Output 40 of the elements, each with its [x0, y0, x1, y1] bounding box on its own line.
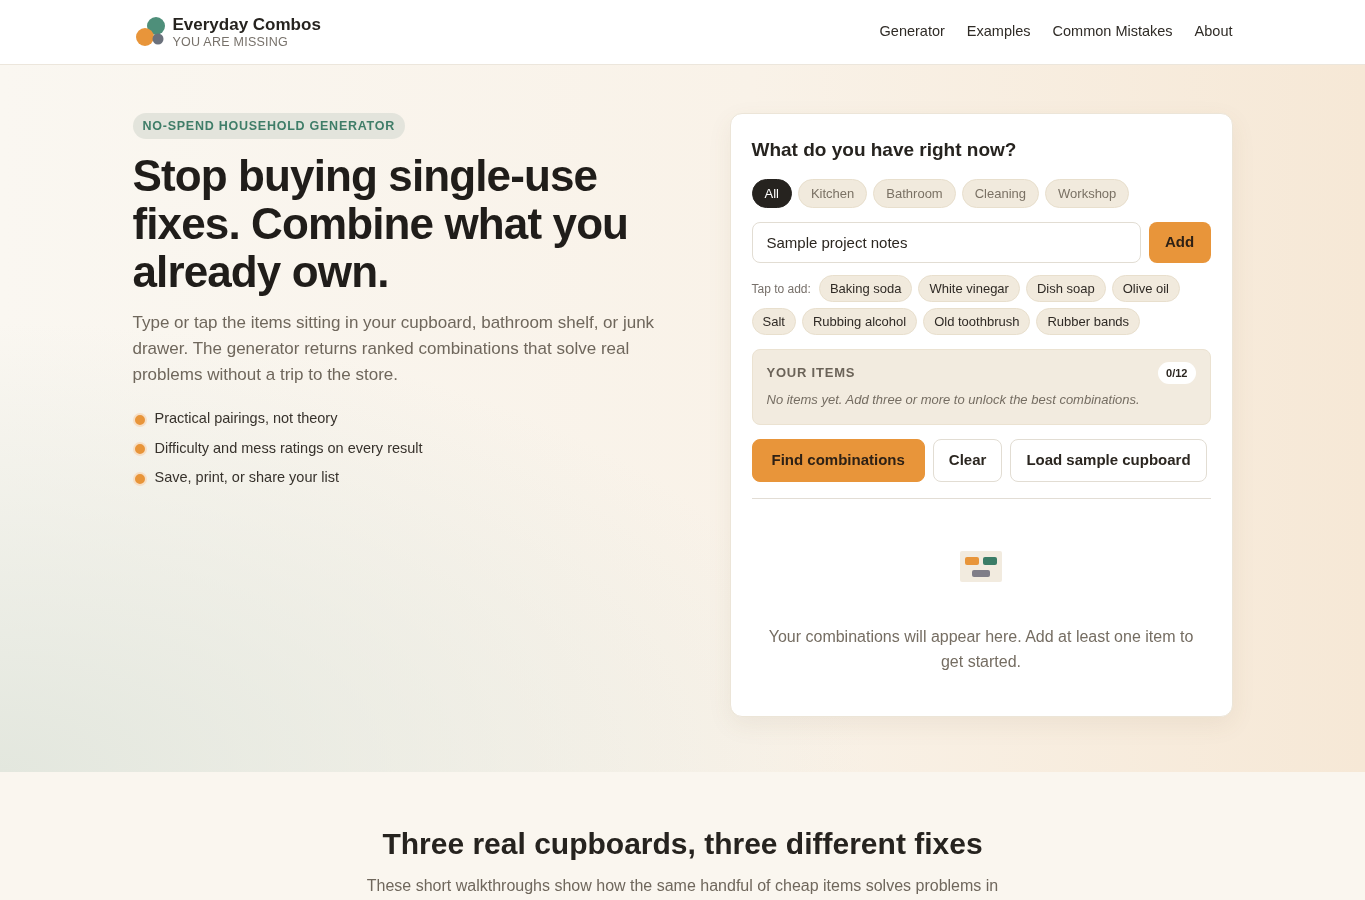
suggestion-chip[interactable]: Salt: [751, 308, 796, 335]
feature-text: Difficulty and mess ratings on every result: [154, 438, 423, 458]
filter-tab[interactable]: Bathroom: [873, 179, 956, 208]
logo-icon: [135, 17, 166, 47]
add-button[interactable]: Add: [1148, 222, 1211, 263]
nav-link[interactable]: Examples: [966, 21, 1031, 43]
empty-state-text: Your combinations will appear here. Add at least one item to get started.: [767, 627, 1195, 672]
action-button[interactable]: Clear: [932, 439, 1003, 482]
site-title: Everyday Combos: [172, 15, 321, 35]
suggestion-chip[interactable]: Olive oil: [1111, 275, 1180, 302]
action-button[interactable]: Find combinations: [751, 439, 925, 482]
nav-link[interactable]: About: [1194, 21, 1233, 43]
filter-tab[interactable]: All: [751, 179, 792, 208]
item-count: 0/12: [1158, 362, 1196, 384]
suggestion-chip[interactable]: Rubbing alcohol: [801, 308, 918, 335]
suggestions-label: Tap to add:: [751, 280, 811, 298]
card-title: What do you have right now?: [751, 138, 1018, 162]
suggestion-chip[interactable]: Dish soap: [1025, 275, 1106, 302]
nav-link[interactable]: Generator: [879, 21, 945, 43]
hero-intro: Type or tap the items sitting in your cupboard, bathroom shelf, or junk drawer. The generator returns ranked combinations that solve real problems without a trip to the store.: [132, 312, 656, 386]
hero-heading: Stop buying single-use fixes. Combine what you already own.: [132, 152, 630, 296]
feature-text: Practical pairings, not theory: [154, 409, 338, 428]
feature-text: Save, print, or share your list: [154, 468, 340, 487]
nav-link[interactable]: Common Mistakes: [1052, 21, 1173, 43]
blocks-icon: [960, 551, 1002, 582]
suggestion-chip[interactable]: Rubber bands: [1036, 308, 1141, 335]
hero-badge: NO-SPEND HOUSEHOLD GENERATOR: [132, 113, 405, 139]
suggestion-chip[interactable]: Baking soda: [818, 275, 913, 302]
empty-items-text: No items yet. Add three or more to unlock the best combinations.: [766, 391, 1141, 409]
suggestion-chip[interactable]: Old toothbrush: [923, 308, 1031, 335]
item-input-field[interactable]: Sample project notes: [751, 222, 1141, 263]
filter-tab[interactable]: Kitchen: [797, 179, 868, 208]
suggestion-chip[interactable]: White vinegar: [918, 275, 1020, 302]
filter-tab[interactable]: Cleaning: [961, 179, 1040, 208]
site-tagline: YOU ARE MISSING: [172, 35, 290, 49]
section-heading: Three real cupboards, three different fixes: [382, 826, 983, 862]
section-intro: These short walkthroughs show how the same handful of cheap items solves problems in: [366, 876, 999, 896]
action-button[interactable]: Load sample cupboard: [1010, 439, 1207, 482]
filter-tab[interactable]: Workshop: [1045, 179, 1130, 208]
your-items-title: YOUR ITEMS: [766, 364, 856, 383]
